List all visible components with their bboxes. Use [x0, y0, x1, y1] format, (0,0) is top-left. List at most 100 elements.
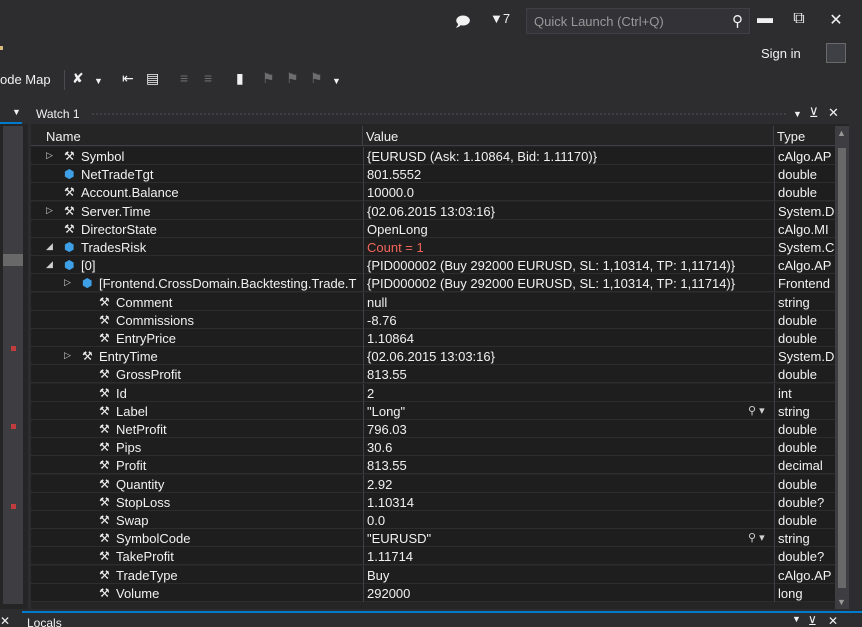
- table-row[interactable]: ◢ ⬢ [0] {PID000002 (Buy 292000 EURUSD, SL: …: [31, 256, 835, 275]
- value-cell[interactable]: 1.10314: [363, 492, 773, 511]
- expand-arrow-icon[interactable]: ▷: [46, 150, 53, 161]
- minimize-button[interactable]: ▬: [755, 10, 775, 28]
- column-divider[interactable]: [362, 126, 363, 146]
- table-row[interactable]: ▷ ⬢ [Frontend.CrossDomain.Backtesting.Trad…: [31, 274, 835, 293]
- name-cell[interactable]: ⚒ EntryPrice: [31, 329, 362, 347]
- table-row[interactable]: ⚒ Profit 813.55 decimal: [31, 456, 835, 475]
- name-cell[interactable]: ▷ ⚒ EntryTime: [31, 347, 362, 365]
- dropdown-chevron-icon[interactable]: ▼: [94, 76, 103, 86]
- diagram-icon[interactable]: ✘: [72, 70, 84, 87]
- close-icon[interactable]: ✕: [828, 105, 839, 121]
- uncomment-icon[interactable]: ≡: [204, 70, 212, 86]
- scroll-up-icon[interactable]: ▲: [837, 128, 846, 138]
- chevron-down-icon[interactable]: ▼: [12, 107, 21, 117]
- bookmark-icon[interactable]: ▮: [236, 70, 244, 87]
- expand-arrow-icon[interactable]: ▷: [64, 277, 71, 288]
- value-cell[interactable]: 801.5552: [363, 165, 773, 184]
- value-cell[interactable]: 2: [363, 383, 773, 402]
- column-name-header[interactable]: Name: [46, 129, 81, 144]
- value-cell[interactable]: Buy: [363, 565, 773, 584]
- name-cell[interactable]: ⚒ SymbolCode: [31, 529, 362, 547]
- title-grip[interactable]: [91, 112, 786, 117]
- table-row[interactable]: ⚒ Label "Long" ⚲ ▾ string: [31, 401, 835, 420]
- table-row[interactable]: ⚒ DirectorState OpenLong cAlgo.MI: [31, 219, 835, 238]
- prev-bookmark-icon[interactable]: ⚑: [262, 70, 275, 87]
- table-row[interactable]: ⬢ NetTradeTgt 801.5552 double: [31, 165, 835, 184]
- table-row[interactable]: ⚒ TakeProfit 1.11714 double?: [31, 547, 835, 566]
- name-cell[interactable]: ⚒ Quantity: [31, 475, 362, 493]
- filter-button[interactable]: ▼7: [490, 11, 510, 26]
- collapse-arrow-icon[interactable]: ◢: [46, 259, 53, 270]
- name-cell[interactable]: ⚒ Volume: [31, 584, 362, 602]
- text-visualizer-icon[interactable]: ⚲ ▾: [748, 531, 765, 544]
- table-row[interactable]: ◢ ⬢ TradesRisk Count = 1 System.C: [31, 238, 835, 256]
- table-row[interactable]: ⚒ Swap 0.0 double: [31, 511, 835, 529]
- value-cell[interactable]: {PID000002 (Buy 292000 EURUSD, SL: 1,103…: [363, 274, 773, 293]
- table-row[interactable]: ⚒ NetProfit 796.03 double: [31, 420, 835, 438]
- name-cell[interactable]: ◢ ⬢ TradesRisk: [31, 238, 362, 256]
- value-cell[interactable]: {02.06.2015 13:03:16}: [363, 347, 773, 366]
- scroll-down-icon[interactable]: ▼: [837, 597, 846, 607]
- value-cell[interactable]: OpenLong: [363, 219, 773, 238]
- text-visualizer-icon[interactable]: ⚲ ▾: [748, 404, 765, 417]
- left-pane-scrollbar[interactable]: [3, 126, 23, 604]
- expand-arrow-icon[interactable]: ▷: [64, 350, 71, 361]
- value-cell[interactable]: 0.0: [363, 511, 773, 529]
- notifications-icon[interactable]: 🗩: [455, 11, 471, 29]
- table-row[interactable]: ⚒ Quantity 2.92 double: [31, 474, 835, 493]
- pin-icon[interactable]: ⊻: [809, 105, 819, 121]
- table-row[interactable]: ⚒ TradeType Buy cAlgo.AP: [31, 565, 835, 584]
- value-cell[interactable]: 2.92: [363, 474, 773, 493]
- value-cell[interactable]: null: [363, 292, 773, 311]
- value-cell[interactable]: {02.06.2015 13:03:16}: [363, 201, 773, 220]
- clear-bookmarks-icon[interactable]: ⚑: [310, 70, 323, 87]
- name-cell[interactable]: ▷ ⬢ [Frontend.CrossDomain.Backtesting.Trad…: [31, 274, 362, 292]
- avatar[interactable]: [826, 43, 846, 63]
- value-cell[interactable]: 292000: [363, 583, 773, 602]
- name-cell[interactable]: ⚒ NetProfit: [31, 420, 362, 438]
- name-cell[interactable]: ⚒ Profit: [31, 456, 362, 474]
- value-cell[interactable]: "Long" ⚲ ▾: [363, 401, 773, 420]
- name-cell[interactable]: ⚒ DirectorState: [31, 220, 362, 238]
- value-cell[interactable]: {EURUSD (Ask: 1.10864, Bid: 1.11170)}: [363, 147, 773, 165]
- close-icon[interactable]: ✕: [828, 614, 838, 627]
- table-row[interactable]: ⚒ Pips 30.6 double: [31, 438, 835, 457]
- table-row[interactable]: ⚒ Commissions -8.76 double: [31, 310, 835, 329]
- window-menu-icon[interactable]: ▼: [792, 614, 801, 624]
- collapse-arrow-icon[interactable]: ◢: [46, 241, 53, 252]
- left-pane-scroll-thumb[interactable]: [3, 254, 23, 266]
- name-cell[interactable]: ⚒ GrossProfit: [31, 365, 362, 383]
- comment-out-icon[interactable]: ≡: [180, 70, 188, 86]
- indent-icon[interactable]: ⇤: [122, 70, 134, 87]
- table-row[interactable]: ⚒ Comment null string: [31, 292, 835, 311]
- table-row[interactable]: ⚒ Account.Balance 10000.0 double: [31, 183, 835, 202]
- name-cell[interactable]: ◢ ⬢ [0]: [31, 256, 362, 274]
- table-row[interactable]: ⚒ SymbolCode "EURUSD" ⚲ ▾ string: [31, 529, 835, 548]
- name-cell[interactable]: ⚒ Account.Balance: [31, 183, 362, 201]
- name-cell[interactable]: ▷ ⚒ Symbol: [31, 147, 362, 165]
- table-row[interactable]: ⚒ Id 2 int: [31, 383, 835, 402]
- close-icon[interactable]: ✕: [0, 614, 10, 627]
- name-cell[interactable]: ⬢ NetTradeTgt: [31, 165, 362, 183]
- close-window-button[interactable]: ✕: [826, 10, 846, 30]
- table-row[interactable]: ⚒ EntryPrice 1.10864 double: [31, 329, 835, 347]
- value-cell[interactable]: 30.6: [363, 438, 773, 457]
- restore-button[interactable]: ⧉: [789, 10, 809, 28]
- toolbar-overflow-icon[interactable]: ▼: [332, 76, 341, 86]
- value-cell[interactable]: "EURUSD" ⚲ ▾: [363, 529, 773, 548]
- pin-icon[interactable]: ⊻: [808, 614, 817, 627]
- table-row[interactable]: ▷ ⚒ EntryTime {02.06.2015 13:03:16} System.D: [31, 347, 835, 366]
- value-cell[interactable]: 1.11714: [363, 547, 773, 566]
- next-bookmark-icon[interactable]: ⚑: [286, 70, 299, 87]
- value-cell[interactable]: 796.03: [363, 420, 773, 438]
- name-cell[interactable]: ⚒ Label: [31, 402, 362, 420]
- value-cell[interactable]: 813.55: [363, 456, 773, 475]
- search-icon[interactable]: ⚲: [732, 12, 743, 30]
- table-row[interactable]: ⚒ StopLoss 1.10314 double?: [31, 492, 835, 511]
- name-cell[interactable]: ▷ ⚒ Server.Time: [31, 202, 362, 220]
- name-cell[interactable]: ⚒ TakeProfit: [31, 547, 362, 565]
- name-cell[interactable]: ⚒ Swap: [31, 511, 362, 529]
- name-cell[interactable]: ⚒ TradeType: [31, 566, 362, 584]
- name-cell[interactable]: ⚒ Id: [31, 384, 362, 402]
- table-row[interactable]: ▷ ⚒ Symbol {EURUSD (Ask: 1.10864, Bid: 1.11…: [31, 147, 835, 165]
